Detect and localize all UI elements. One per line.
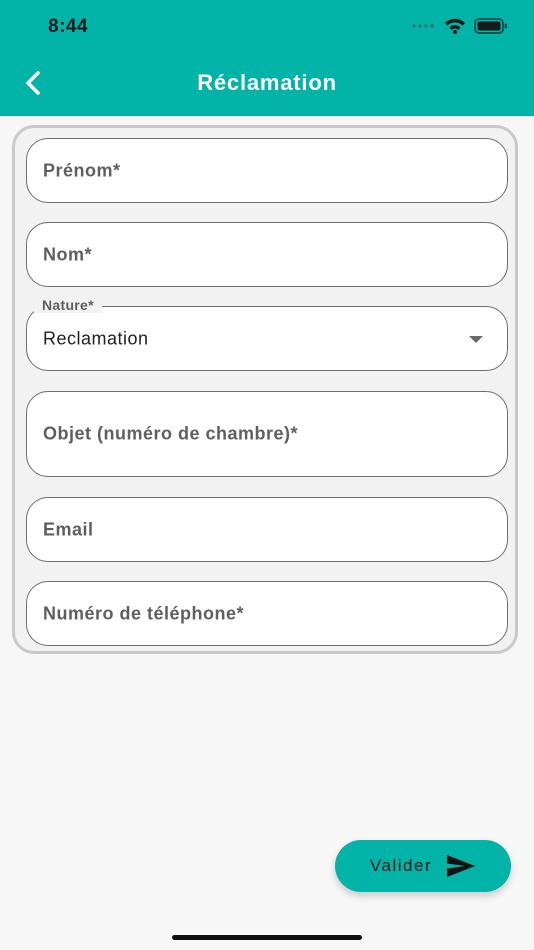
nature-select[interactable]: Reclamation — [26, 306, 508, 371]
dropdown-caret-icon — [469, 336, 483, 343]
object-room-placeholder: Objet (numéro de chambre)* — [43, 423, 299, 444]
form-card — [12, 125, 518, 654]
submit-button[interactable]: Valider — [335, 840, 511, 892]
page-title: Réclamation — [197, 70, 337, 95]
wifi-icon — [445, 18, 465, 34]
nature-label: Nature* — [34, 297, 102, 313]
battery-icon — [474, 17, 507, 34]
first-name-placeholder: Prénom* — [43, 160, 121, 180]
submit-label: Valider — [369, 856, 433, 875]
send-icon — [447, 855, 476, 877]
object-room-field[interactable]: Objet (numéro de chambre)* — [26, 391, 508, 477]
nature-value: Reclamation — [43, 328, 149, 348]
phone-field[interactable]: Numéro de téléphone* — [26, 581, 508, 646]
status-icons — [412, 17, 508, 34]
email-placeholder: Email — [43, 519, 94, 539]
email-field[interactable]: Email — [26, 497, 508, 562]
status-time: 8:44 — [48, 16, 89, 37]
last-name-placeholder: Nom* — [43, 244, 93, 264]
home-indicator[interactable] — [172, 935, 362, 940]
app-header: 8:44 Réclamation — [0, 0, 534, 116]
last-name-field[interactable]: Nom* — [26, 222, 508, 287]
phone-placeholder: Numéro de téléphone* — [43, 603, 245, 623]
signal-icon — [412, 23, 434, 28]
first-name-field[interactable]: Prénom* — [26, 138, 508, 203]
